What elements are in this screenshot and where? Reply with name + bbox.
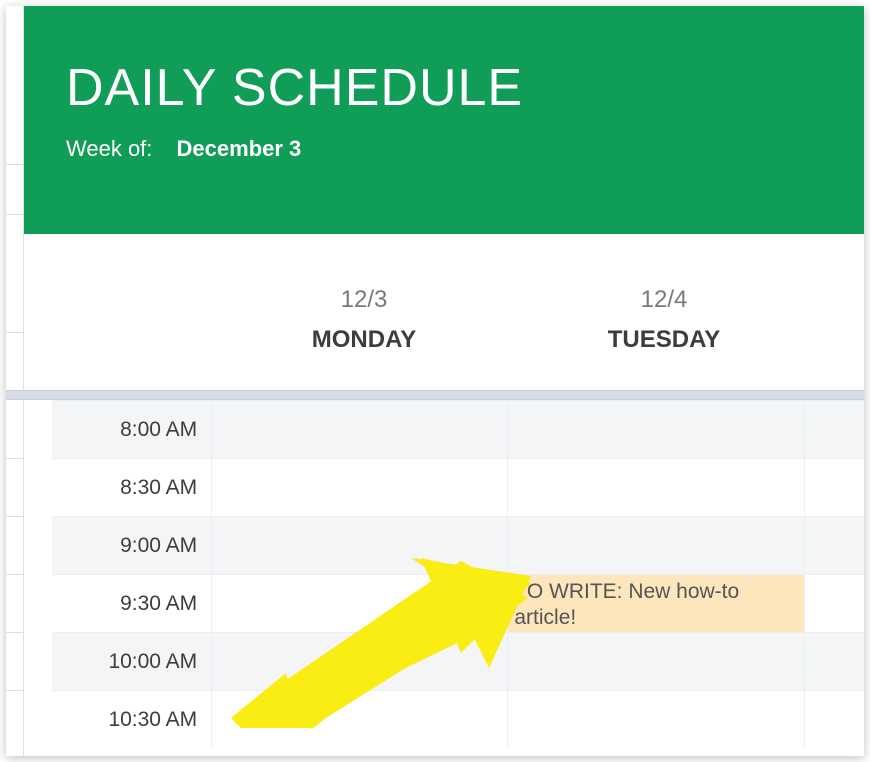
slot-mon-830[interactable] [212, 459, 508, 516]
day-date: 12/4 [514, 286, 814, 314]
slot-tail[interactable] [805, 459, 864, 516]
page-title: DAILY SCHEDULE [66, 58, 864, 118]
slot-tail[interactable] [805, 517, 864, 574]
slot-tue-930[interactable]: TO WRITE: New how-to article! [508, 575, 804, 632]
time-label[interactable]: 8:00 AM [52, 401, 212, 458]
slot-mon-900[interactable] [212, 517, 508, 574]
slot-mon-800[interactable] [212, 401, 508, 458]
table-row: 10:30 AM [52, 690, 864, 748]
slot-tail[interactable] [805, 633, 864, 690]
day-header-row: 12/3 MONDAY 12/4 TUESDAY [24, 234, 864, 390]
slot-tail[interactable] [805, 575, 864, 632]
table-row: 9:00 AM [52, 516, 864, 574]
week-of-row: Week of: December 3 [66, 136, 864, 162]
time-label[interactable]: 9:30 AM [52, 575, 212, 632]
slot-mon-930[interactable] [212, 575, 508, 632]
slot-tue-900[interactable] [508, 517, 804, 574]
slot-tue-830[interactable] [508, 459, 804, 516]
slot-tue-800[interactable] [508, 401, 804, 458]
schedule-grid: 8:00 AM 8:30 AM 9:00 AM 9:30 AM TO W [24, 400, 864, 756]
slot-mon-1000[interactable] [212, 633, 508, 690]
slot-tue-1030[interactable] [508, 691, 804, 748]
table-row: 8:00 AM [52, 400, 864, 458]
table-row: 9:30 AM TO WRITE: New how-to article! [52, 574, 864, 632]
time-label[interactable]: 8:30 AM [52, 459, 212, 516]
time-label[interactable]: 9:00 AM [52, 517, 212, 574]
day-name: MONDAY [214, 326, 514, 354]
slot-tail[interactable] [805, 401, 864, 458]
table-row: 8:30 AM [52, 458, 864, 516]
slot-tail[interactable] [805, 691, 864, 748]
slot-tue-1000[interactable] [508, 633, 804, 690]
schedule-sheet: DAILY SCHEDULE Week of: December 3 12/3 … [6, 6, 864, 756]
time-header-spacer [24, 234, 214, 390]
day-date: 12/3 [214, 286, 514, 314]
table-row: 10:00 AM [52, 632, 864, 690]
header-band: DAILY SCHEDULE Week of: December 3 [24, 6, 864, 234]
row-gutter [6, 6, 24, 756]
day-col-monday[interactable]: 12/3 MONDAY [214, 234, 514, 390]
week-of-value: December 3 [177, 136, 302, 161]
frozen-row-divider [6, 390, 864, 400]
time-label[interactable]: 10:00 AM [52, 633, 212, 690]
time-label[interactable]: 10:30 AM [52, 691, 212, 748]
slot-mon-1030[interactable] [212, 691, 508, 748]
week-of-label: Week of: [66, 136, 152, 161]
day-col-tuesday[interactable]: 12/4 TUESDAY [514, 234, 814, 390]
day-name: TUESDAY [514, 326, 814, 354]
